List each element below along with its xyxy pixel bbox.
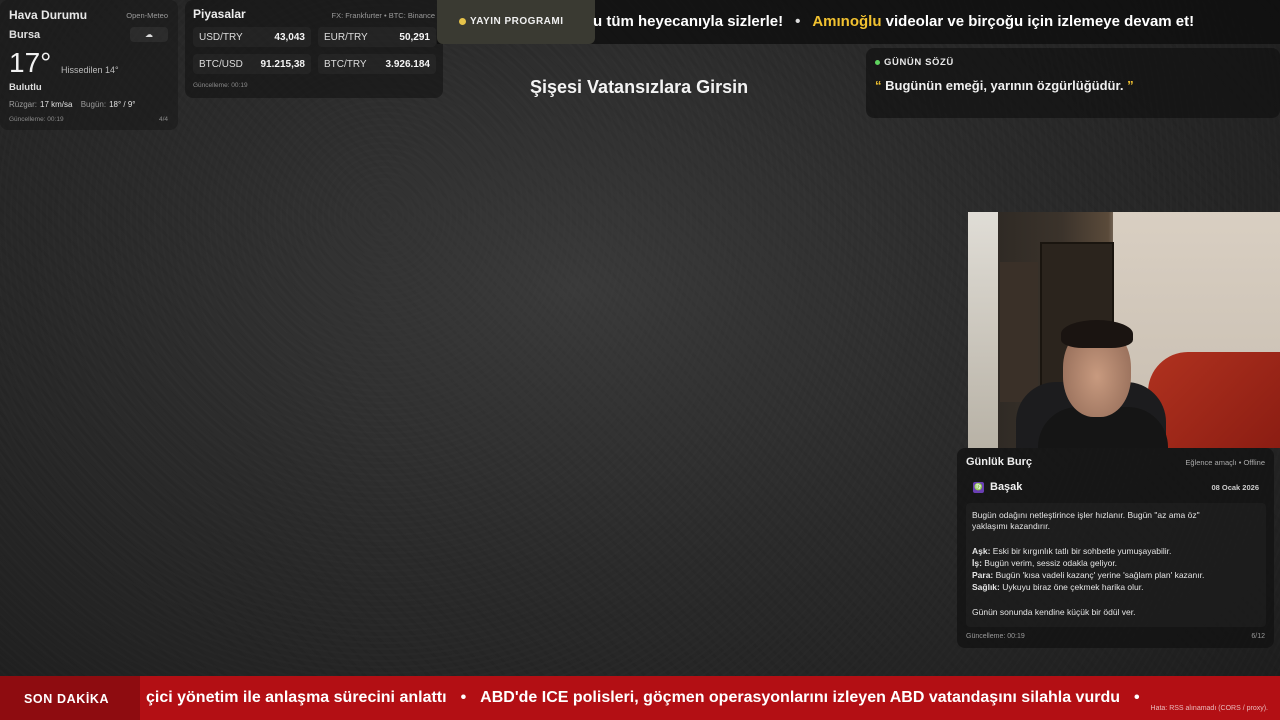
- money-text: Bugün 'kısa vadeli kazanç' yerine 'sağla…: [993, 570, 1205, 580]
- ticker-segment: u tüm heyecanıyla sizlerle!: [593, 13, 784, 30]
- ticker-separator: •: [795, 13, 801, 30]
- quote-body: Bugünün emeği, yarının özgürlüğüdür.: [881, 78, 1128, 93]
- webcam-blanket: [1148, 352, 1280, 448]
- weather-feels-like: Hissedilen 14°: [61, 65, 119, 75]
- weather-widget: Hava Durumu Open-Meteo Bursa ☁ 17° Hisse…: [0, 0, 178, 130]
- ticker-segment: videolar ve birçoğu için izlemeye devam …: [881, 13, 1195, 30]
- health-text: Uykuyu biraz öne çekmek harika olur.: [999, 582, 1144, 592]
- horoscope-health: Sağlık: Uykuyu biraz öne çekmek harika o…: [972, 582, 1144, 593]
- virgo-icon: ♍: [973, 481, 984, 493]
- markets-source: FX: Frankfurter • BTC: Binance: [331, 11, 436, 20]
- today-label: Bugün:: [80, 100, 107, 109]
- webcam-feed: [968, 212, 1280, 448]
- schedule-badge-label: YAYIN PROGRAMI: [470, 16, 564, 27]
- live-dot-icon: [459, 18, 466, 25]
- quote-header: GÜNÜN SÖZÜ: [875, 57, 954, 68]
- horoscope-title: Günlük Burç: [966, 456, 1033, 468]
- market-item: BTC/USD 91.215,38: [193, 54, 311, 74]
- news-separator: •: [1134, 689, 1140, 706]
- market-item: BTC/TRY 3.926.184: [318, 54, 436, 74]
- weather-condition: Bulutlu: [9, 82, 42, 93]
- quote-text: “ Bugünün emeği, yarının özgürlüğüdür. ”: [875, 78, 1134, 93]
- horoscope-intro: Bugün odağını netleştirince işler hızlan…: [972, 510, 1200, 520]
- rss-error-text: Hata: RSS alınamadı (CORS / proxy).: [1150, 705, 1268, 712]
- market-pair: BTC/TRY: [324, 59, 367, 70]
- ticker-highlight: Amınoğlu: [812, 13, 882, 30]
- status-dot-icon: [875, 59, 880, 65]
- wind-label: Rüzgar:: [9, 100, 38, 109]
- schedule-badge: YAYIN PROGRAMI: [437, 0, 595, 44]
- breaking-news-text: çici yönetim ile anlaşma sürecini anlatt…: [146, 689, 1154, 707]
- weather-temperature: 17°: [9, 47, 52, 78]
- horoscope-subtitle: Eğlence amaçlı • Offline: [1185, 458, 1265, 467]
- market-item: USD/TRY 43,043: [193, 27, 311, 47]
- horoscope-intro-2: yaklaşımı kazandırır.: [972, 521, 1050, 531]
- weather-city: Bursa: [9, 29, 41, 41]
- weather-updated: Güncelleme: 00:19: [9, 116, 64, 123]
- schedule-ticker: YAYIN PROGRAMI u tüm heyecanıyla sizlerl…: [437, 0, 1280, 44]
- market-pair: BTC/USD: [199, 59, 243, 70]
- horoscope-sign-name: Başak: [990, 481, 1023, 493]
- money-label: Para:: [972, 570, 994, 580]
- markets-title: Piyasalar: [193, 7, 246, 21]
- work-label: İş:: [972, 558, 982, 568]
- market-value: 91.215,38: [260, 59, 306, 70]
- market-pair: USD/TRY: [199, 32, 243, 43]
- horoscope-widget: Günlük Burç Eğlence amaçlı • Offline ♍ Ba…: [957, 448, 1274, 648]
- news-item: çici yönetim ile anlaşma sürecini anlatt…: [146, 689, 447, 706]
- news-separator: •: [460, 689, 467, 706]
- market-value: 43,043: [274, 32, 305, 43]
- weather-page: 4/4: [158, 116, 168, 123]
- work-text: Bugün verim, sessiz odakla geliyor.: [981, 558, 1118, 568]
- webcam-shelf: [1000, 262, 1038, 402]
- quote-widget: GÜNÜN SÖZÜ “ Bugünün emeği, yarının özgü…: [866, 48, 1280, 118]
- horoscope-money: Para: Bugün 'kısa vadeli kazanç' yerine …: [972, 570, 1204, 581]
- horoscope-date: 08 Ocak 2026: [1211, 483, 1259, 492]
- breaking-news-label: SON DAKİKA: [24, 692, 110, 706]
- market-item: EUR/TRY 50,291: [318, 27, 436, 47]
- breaking-news-badge: SON DAKİKA: [0, 676, 140, 720]
- horoscope-closing: Günün sonunda kendine küçük bir ödül ver…: [972, 607, 1136, 617]
- love-text: Eski bir kırgınlık tatlı bir sohbetle yu…: [990, 546, 1172, 556]
- stream-title: Şişesi Vatansızlara Girsin: [530, 77, 749, 97]
- wind-value: 17 km/sa: [40, 100, 73, 109]
- horoscope-page: 6/12: [1251, 633, 1265, 640]
- weather-details: Rüzgar: 17 km/sa Bugün: 18° / 9°: [9, 100, 142, 109]
- close-quote-mark: ”: [1127, 78, 1134, 93]
- webcam-door: [968, 212, 998, 448]
- news-item: ABD'de ICE polisleri, göçmen operasyonla…: [480, 689, 1120, 706]
- horoscope-love: Aşk: Eski bir kırgınlık tatlı bir sohbet…: [972, 546, 1171, 557]
- market-value: 3.926.184: [385, 59, 431, 70]
- horoscope-updated: Güncelleme: 00:19: [966, 633, 1025, 640]
- weather-source: Open-Meteo: [126, 11, 168, 20]
- quote-header-label: GÜNÜN SÖZÜ: [884, 57, 954, 68]
- weather-title: Hava Durumu: [9, 8, 88, 22]
- schedule-ticker-text: u tüm heyecanıyla sizlerle! • Amınoğlu vid…: [593, 13, 1194, 30]
- markets-updated: Güncelleme: 00:19: [193, 82, 248, 89]
- horoscope-sign: ♍ Başak: [973, 481, 1022, 493]
- horoscope-work: İş: Bugün verim, sessiz odakla geliyor.: [972, 558, 1117, 569]
- cloud-icon: ☁: [130, 27, 168, 42]
- health-label: Sağlık:: [972, 582, 1000, 592]
- market-pair: EUR/TRY: [324, 32, 368, 43]
- breaking-news-ticker: SON DAKİKA çici yönetim ile anlaşma süre…: [0, 676, 1280, 720]
- love-label: Aşk:: [972, 546, 991, 556]
- markets-widget: Piyasalar FX: Frankfurter • BTC: Binance…: [185, 0, 443, 98]
- webcam-person-hair: [1061, 320, 1133, 348]
- horoscope-body: Bugün odağını netleştirince işler hızlan…: [966, 503, 1266, 627]
- market-value: 50,291: [399, 32, 430, 43]
- today-value: 18° / 9°: [109, 100, 136, 109]
